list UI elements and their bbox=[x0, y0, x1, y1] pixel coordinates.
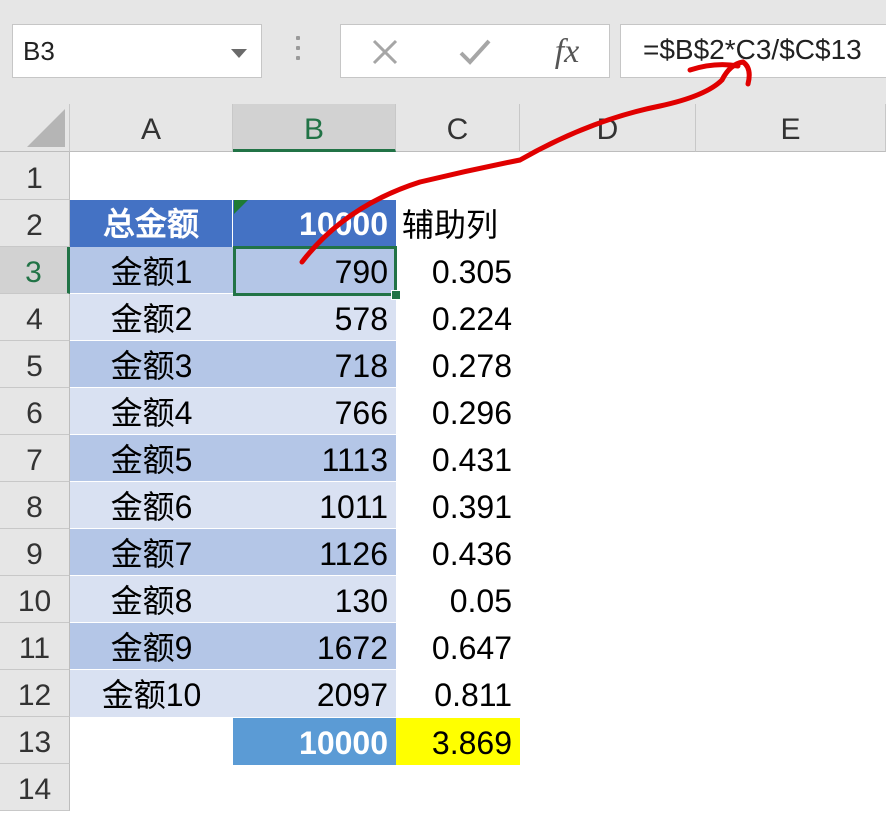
red-annotation-arrow bbox=[299, 59, 752, 265]
